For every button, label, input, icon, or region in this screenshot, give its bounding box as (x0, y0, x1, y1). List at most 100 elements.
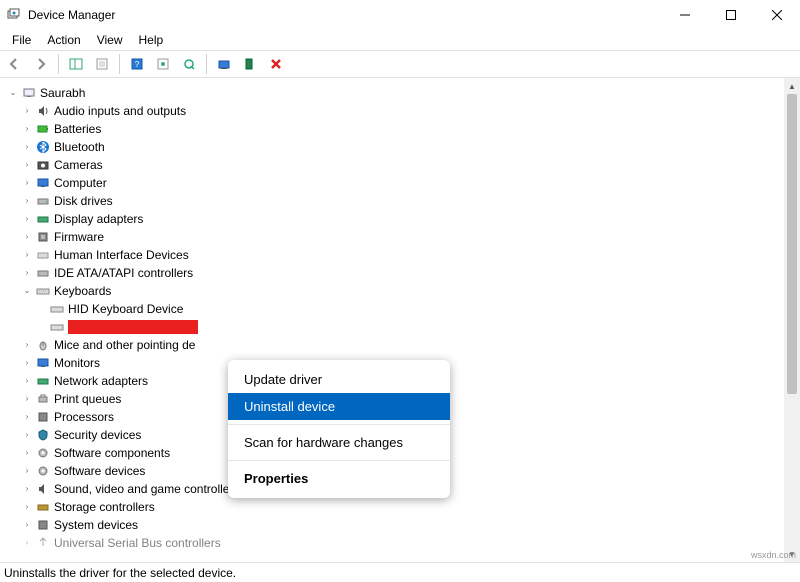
chevron-right-icon[interactable]: › (20, 102, 34, 120)
tree-node-firmware[interactable]: › Firmware (6, 228, 800, 246)
chevron-right-icon[interactable]: › (20, 210, 34, 228)
battery-icon (34, 121, 52, 137)
chevron-right-icon[interactable]: › (20, 408, 34, 426)
tree-node-audio[interactable]: › Audio inputs and outputs (6, 102, 800, 120)
chevron-right-icon[interactable]: › (20, 372, 34, 390)
chevron-right-icon[interactable]: › (20, 480, 34, 498)
separator (119, 54, 120, 74)
hid-icon (34, 247, 52, 263)
tree-node-cameras[interactable]: ›Cameras (6, 156, 800, 174)
action-button[interactable] (152, 53, 174, 75)
printer-icon (34, 391, 52, 407)
node-label: Firmware (54, 228, 104, 246)
vertical-scrollbar[interactable]: ▲ ▼ (784, 78, 800, 562)
node-label: Security devices (54, 426, 141, 444)
menu-bar: File Action View Help (0, 30, 800, 50)
chevron-right-icon[interactable]: › (20, 264, 34, 282)
chevron-right-icon[interactable]: › (20, 228, 34, 246)
minimize-button[interactable] (662, 0, 708, 30)
usb-icon (34, 535, 52, 551)
monitor-icon (34, 175, 52, 191)
node-label: Storage controllers (54, 498, 155, 516)
chevron-right-icon[interactable]: › (20, 498, 34, 516)
scroll-thumb[interactable] (787, 94, 797, 394)
chevron-right-icon[interactable]: › (20, 444, 34, 462)
tree-node-keyboards[interactable]: ⌄Keyboards (6, 282, 800, 300)
node-label: IDE ATA/ATAPI controllers (54, 264, 193, 282)
separator (228, 460, 450, 461)
node-label: Universal Serial Bus controllers (54, 534, 221, 552)
separator (206, 54, 207, 74)
tree-node-usb[interactable]: › Universal Serial Bus controllers (6, 534, 800, 552)
node-label: Bluetooth (54, 138, 105, 156)
ctx-properties[interactable]: Properties (228, 465, 450, 492)
tree-node-display[interactable]: ›Display adapters (6, 210, 800, 228)
chevron-right-icon[interactable]: › (20, 426, 34, 444)
node-label: HID Keyboard Device (68, 300, 183, 318)
watermark: wsxdn.com (751, 550, 796, 560)
chevron-right-icon[interactable]: › (20, 336, 34, 354)
chevron-right-icon[interactable]: › (20, 516, 34, 534)
maximize-button[interactable] (708, 0, 754, 30)
scan-button[interactable] (178, 53, 200, 75)
menu-help[interactable]: Help (133, 33, 170, 47)
tree-node-computer[interactable]: ›Computer (6, 174, 800, 192)
chevron-down-icon[interactable]: ⌄ (20, 282, 34, 300)
chevron-down-icon[interactable]: ⌄ (6, 84, 20, 102)
display-icon (34, 211, 52, 227)
menu-action[interactable]: Action (41, 33, 86, 47)
close-button[interactable] (754, 0, 800, 30)
toolbar: ? (0, 50, 800, 78)
show-hidden-button[interactable] (65, 53, 87, 75)
app-icon (6, 7, 22, 23)
tree-node-hid-keyboard[interactable]: HID Keyboard Device (6, 300, 800, 318)
speaker-icon (34, 481, 52, 497)
keyboard-icon (48, 319, 66, 335)
tree-node-storage[interactable]: › Storage controllers (6, 498, 800, 516)
ctx-uninstall-device[interactable]: Uninstall device (228, 393, 450, 420)
menu-file[interactable]: File (6, 33, 37, 47)
node-label: Audio inputs and outputs (54, 102, 186, 120)
chevron-right-icon[interactable]: › (20, 462, 34, 480)
menu-view[interactable]: View (91, 33, 129, 47)
tree-node-ide[interactable]: › IDE ATA/ATAPI controllers (6, 264, 800, 282)
chevron-right-icon[interactable]: › (20, 138, 34, 156)
ctx-scan-hardware[interactable]: Scan for hardware changes (228, 429, 450, 456)
redacted-label (68, 320, 198, 334)
update-driver-button[interactable] (213, 53, 235, 75)
tree-node-mice[interactable]: ›Mice and other pointing de (6, 336, 800, 354)
properties-button[interactable] (91, 53, 113, 75)
chevron-right-icon[interactable]: › (20, 192, 34, 210)
ide-icon (34, 265, 52, 281)
window-title: Device Manager (28, 8, 115, 22)
chevron-right-icon[interactable]: › (20, 534, 34, 552)
cpu-icon (34, 409, 52, 425)
help-button[interactable]: ? (126, 53, 148, 75)
chevron-right-icon[interactable]: › (20, 246, 34, 264)
tree-node-bluetooth[interactable]: › Bluetooth (6, 138, 800, 156)
forward-button[interactable] (30, 53, 52, 75)
back-button[interactable] (4, 53, 26, 75)
title-bar: Device Manager (0, 0, 800, 30)
chevron-right-icon[interactable]: › (20, 120, 34, 138)
chevron-right-icon[interactable]: › (20, 156, 34, 174)
tree-node-hid[interactable]: › Human Interface Devices (6, 246, 800, 264)
node-label: Monitors (54, 354, 100, 372)
tree-root[interactable]: ⌄ Saurabh (6, 84, 800, 102)
node-label: Sound, video and game controllers (54, 480, 239, 498)
tree-node-redacted-keyboard[interactable] (6, 318, 800, 336)
node-label: Human Interface Devices (54, 246, 189, 264)
tree-node-system[interactable]: ›System devices (6, 516, 800, 534)
mouse-icon (34, 337, 52, 353)
tree-node-disk[interactable]: ›Disk drives (6, 192, 800, 210)
separator (58, 54, 59, 74)
uninstall-button[interactable] (239, 53, 261, 75)
scroll-up-button[interactable]: ▲ (784, 78, 800, 94)
tree-node-batteries[interactable]: ›Batteries (6, 120, 800, 138)
ctx-update-driver[interactable]: Update driver (228, 366, 450, 393)
chevron-right-icon[interactable]: › (20, 174, 34, 192)
chevron-right-icon[interactable]: › (20, 354, 34, 372)
chevron-right-icon[interactable]: › (20, 390, 34, 408)
disable-button[interactable] (265, 53, 287, 75)
svg-text:?: ? (135, 60, 140, 69)
